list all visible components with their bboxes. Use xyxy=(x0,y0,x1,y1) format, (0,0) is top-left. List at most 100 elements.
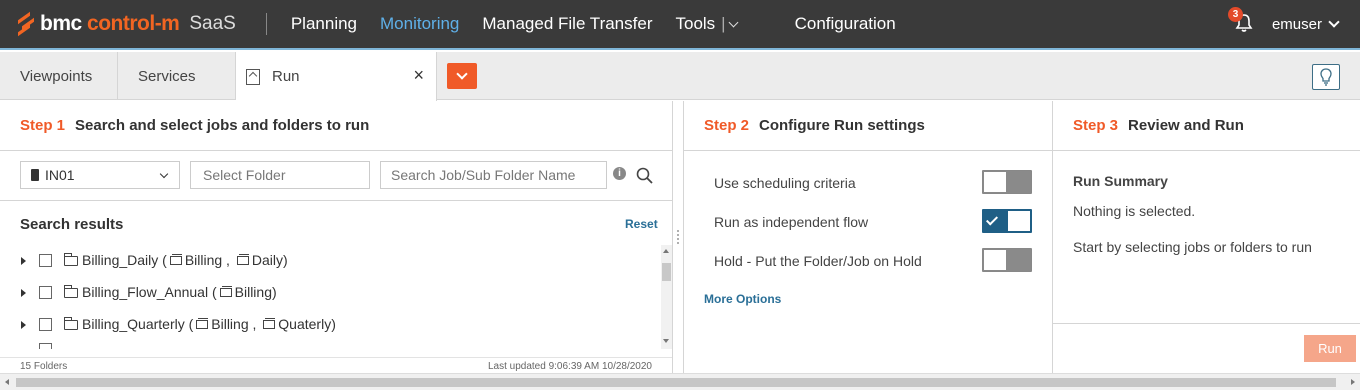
tab-run-label: Run xyxy=(272,68,300,85)
hold-toggle[interactable] xyxy=(982,248,1032,272)
results-list: Billing_Daily (Billing , Daily) Billing_… xyxy=(0,245,660,349)
expand-caret-icon[interactable] xyxy=(21,321,26,329)
tab-bar: Viewpoints Services Run × xyxy=(0,52,1360,101)
row-checkbox[interactable] xyxy=(39,343,52,349)
drag-handle-icon[interactable] xyxy=(676,229,680,245)
info-icon[interactable]: i xyxy=(613,167,626,180)
step2-title: Configure Run settings xyxy=(759,117,925,134)
bmc-logo-icon xyxy=(18,11,36,37)
lightbulb-button[interactable] xyxy=(1312,64,1340,90)
chevron-down-icon[interactable] xyxy=(1328,15,1340,28)
user-menu[interactable]: emuser xyxy=(1272,16,1322,33)
logo-text: bmc control-m xyxy=(40,12,180,35)
folder-name: Billing_Daily (Billing , Daily) xyxy=(82,252,288,268)
nav-configuration[interactable]: Configuration xyxy=(795,14,896,34)
tab-viewpoints[interactable]: Viewpoints xyxy=(0,52,118,100)
nav-monitoring[interactable]: Monitoring xyxy=(380,14,459,34)
lightbulb-icon xyxy=(1320,68,1332,86)
scroll-right-icon[interactable] xyxy=(1351,379,1355,385)
chevron-down-icon xyxy=(728,17,739,27)
row-checkbox[interactable] xyxy=(39,254,52,267)
expand-caret-icon[interactable] xyxy=(21,257,26,265)
top-right-area: 3 emuser xyxy=(1227,7,1340,37)
folder-name: Billing_Quarterly (Billing , Quaterly) xyxy=(82,316,336,332)
check-icon xyxy=(985,213,999,226)
folder-input[interactable] xyxy=(190,161,370,189)
folder-icon xyxy=(64,317,78,330)
tab-services[interactable]: Services xyxy=(118,52,236,100)
toggle-knob xyxy=(1008,211,1030,231)
sub-application-icon xyxy=(236,254,249,265)
list-item[interactable]: Billing_Flow_Annual (Billing) xyxy=(0,277,660,309)
bmc-logo[interactable]: bmc control-m SaaS xyxy=(18,0,236,49)
step1-number: Step 1 xyxy=(20,117,66,134)
logo-saas: SaaS xyxy=(189,13,236,34)
server-select-value: IN01 xyxy=(45,167,75,183)
step1-header: Step 1 Search and select jobs and folder… xyxy=(0,101,672,151)
scroll-thumb[interactable] xyxy=(662,263,671,281)
step3-number: Step 3 xyxy=(1073,117,1119,134)
scheduling-criteria-toggle[interactable] xyxy=(982,170,1032,194)
server-icon xyxy=(31,169,39,181)
step3-title: Review and Run xyxy=(1128,117,1244,134)
folder-name: Billing_Flow_Annual (Billing) xyxy=(82,284,277,300)
run-button[interactable]: Run xyxy=(1304,335,1356,362)
sub-application-icon xyxy=(219,286,232,297)
independent-flow-toggle[interactable] xyxy=(982,209,1032,233)
nav-tools-separator: | xyxy=(721,14,726,33)
list-item[interactable] xyxy=(0,341,660,349)
row-checkbox[interactable] xyxy=(39,318,52,331)
setting-hold-label: Hold - Put the Folder/Job on Hold xyxy=(714,253,922,269)
notifications-button[interactable]: 3 xyxy=(1227,7,1256,37)
search-row: IN01 i xyxy=(0,151,672,201)
step2-header: Step 2 Configure Run settings xyxy=(684,101,1052,151)
reset-link[interactable]: Reset xyxy=(625,217,658,231)
setting-scheduling-criteria-label: Use scheduling criteria xyxy=(714,175,856,191)
chevron-down-icon xyxy=(159,169,169,179)
notification-badge: 3 xyxy=(1227,7,1243,22)
panel-splitter[interactable] xyxy=(673,101,683,373)
last-updated: Last updated 9:06:39 AM 10/28/2020 xyxy=(487,361,652,372)
step1-panel: Step 1 Search and select jobs and folder… xyxy=(0,101,673,373)
folder-count: 15 Folders xyxy=(20,361,68,372)
step3-header: Step 3 Review and Run xyxy=(1053,101,1360,151)
job-search-input[interactable] xyxy=(380,161,607,189)
row-checkbox[interactable] xyxy=(39,286,52,299)
nav-planning[interactable]: Planning xyxy=(291,14,357,34)
close-icon[interactable]: × xyxy=(413,66,424,84)
step3-footer: Run xyxy=(1053,323,1360,373)
list-item[interactable]: Billing_Daily (Billing , Daily) xyxy=(0,245,660,277)
nav-managed-file-transfer[interactable]: Managed File Transfer xyxy=(482,14,652,34)
tab-run[interactable]: Run × xyxy=(236,52,437,101)
top-navbar: bmc control-m SaaS Planning Monitoring M… xyxy=(0,0,1360,50)
scroll-thumb[interactable] xyxy=(16,378,1336,387)
results-scrollbar[interactable] xyxy=(661,245,672,349)
list-item[interactable]: Billing_Quarterly (Billing , Quaterly) xyxy=(0,309,660,341)
scroll-down-icon[interactable] xyxy=(663,339,669,343)
nav-divider xyxy=(265,13,267,35)
nav-tools[interactable]: Tools | xyxy=(675,14,739,34)
results-footer: 15 Folders Last updated 9:06:39 AM 10/28… xyxy=(0,357,672,373)
summary-empty-text: Nothing is selected. xyxy=(1073,203,1196,219)
folder-icon xyxy=(64,285,78,298)
search-results-title: Search results xyxy=(20,216,124,233)
search-icon[interactable] xyxy=(636,167,653,184)
sub-application-icon xyxy=(196,318,209,329)
step2-panel: Step 2 Configure Run settings Use schedu… xyxy=(683,101,1053,373)
toggle-knob xyxy=(984,172,1006,192)
scroll-left-icon[interactable] xyxy=(5,379,9,385)
server-select[interactable]: IN01 xyxy=(20,161,180,189)
run-summary-title: Run Summary xyxy=(1073,173,1168,189)
page-horizontal-scrollbar[interactable] xyxy=(0,373,1360,390)
setting-independent-flow-label: Run as independent flow xyxy=(714,214,869,230)
sub-application-icon xyxy=(263,318,276,329)
step2-number: Step 2 xyxy=(704,117,750,134)
summary-hint-text: Start by selecting jobs or folders to ru… xyxy=(1073,239,1312,255)
expand-caret-icon[interactable] xyxy=(21,289,26,297)
more-options-link[interactable]: More Options xyxy=(704,292,781,306)
folder-icon xyxy=(64,253,78,266)
scroll-up-icon[interactable] xyxy=(663,249,669,253)
run-icon xyxy=(246,68,260,85)
nav-tools-label: Tools xyxy=(675,14,716,33)
tab-menu-button[interactable] xyxy=(447,63,477,89)
